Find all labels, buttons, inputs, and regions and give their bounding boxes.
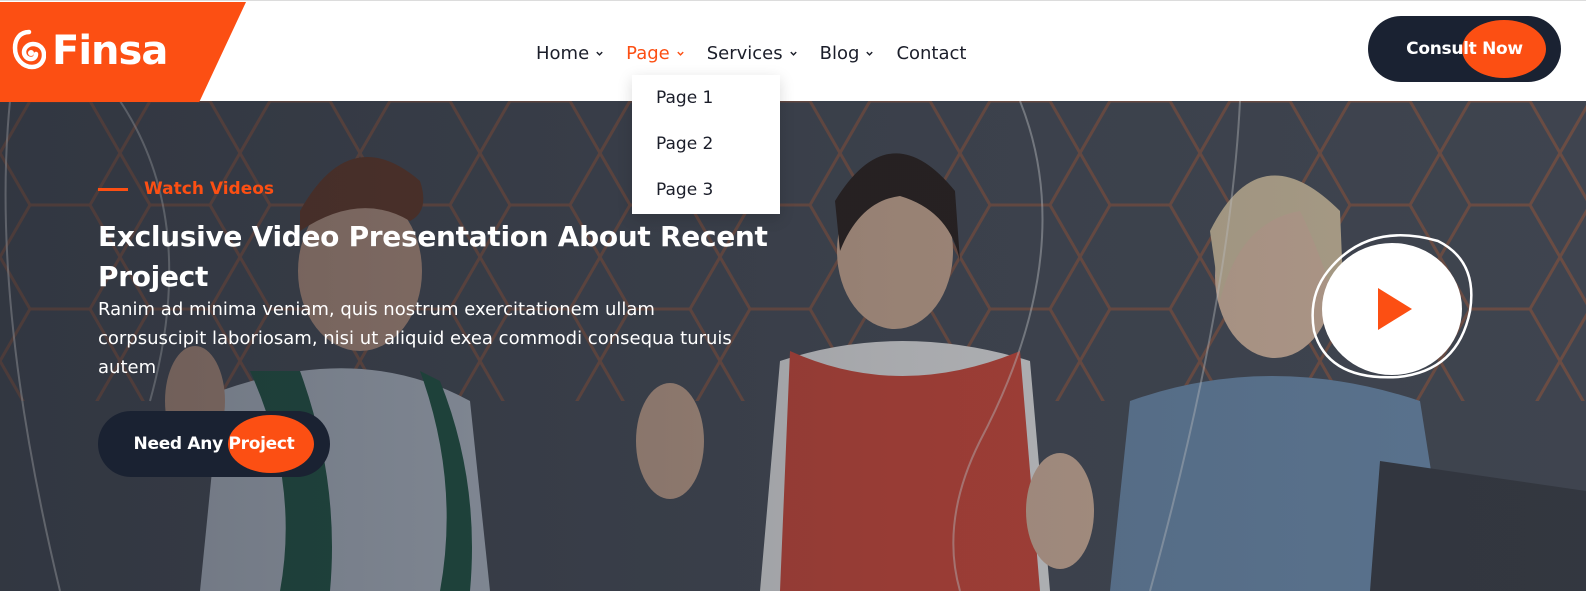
eyebrow-line: [98, 187, 128, 191]
nav-item-label: Page: [626, 42, 670, 64]
hero-eyebrow: Watch Videos: [98, 179, 274, 199]
hero-description: Ranim ad minima veniam, quis nostrum exe…: [98, 299, 732, 378]
dropdown-item-page-2[interactable]: Page 2: [632, 131, 780, 177]
chevron-down-icon: [677, 51, 684, 56]
nav-item-contact[interactable]: Contact: [896, 43, 966, 64]
hero-title: Exclusive Video Presentation About Recen…: [98, 220, 768, 293]
nav-item-label: Services: [706, 42, 783, 64]
brand-name: Finsa: [52, 28, 168, 74]
consult-now-label: Consult Now: [1406, 39, 1523, 59]
hero-section: Watch Videos Exclusive Video Presentatio…: [0, 101, 1586, 591]
chevron-down-icon: [596, 51, 603, 56]
hero-eyebrow-text: Watch Videos: [144, 179, 275, 199]
nav-item-label: Contact: [896, 42, 967, 64]
page-dropdown-menu: Page 1 Page 2 Page 3: [632, 75, 780, 214]
need-any-project-label: Need Any Project: [133, 434, 295, 454]
nav-item-label: Home: [536, 42, 590, 64]
site-header: Finsa Home Page Services Blog Contact Co…: [0, 0, 1586, 102]
dropdown-item-page-1[interactable]: Page 1: [632, 85, 780, 131]
dropdown-item-page-3[interactable]: Page 3: [632, 177, 780, 223]
chevron-down-icon: [789, 51, 797, 56]
finsa-swirl-icon: [12, 29, 46, 70]
nav-item-label: Blog: [819, 42, 860, 64]
chevron-down-icon: [866, 51, 874, 56]
main-nav: Home Page Services Blog Contact: [536, 39, 988, 67]
brand-logo[interactable]: Finsa: [0, 2, 246, 102]
need-any-project-button[interactable]: Need Any Project: [98, 411, 330, 477]
page: Finsa Home Page Services Blog Contact Co…: [0, 0, 1586, 591]
nav-item-services[interactable]: Services: [707, 43, 798, 64]
consult-now-button[interactable]: Consult Now: [1368, 16, 1561, 82]
nav-item-home[interactable]: Home: [536, 43, 604, 64]
video-play-button[interactable]: [1308, 231, 1476, 381]
nav-item-blog[interactable]: Blog: [820, 43, 875, 64]
nav-item-page[interactable]: Page: [626, 43, 685, 64]
